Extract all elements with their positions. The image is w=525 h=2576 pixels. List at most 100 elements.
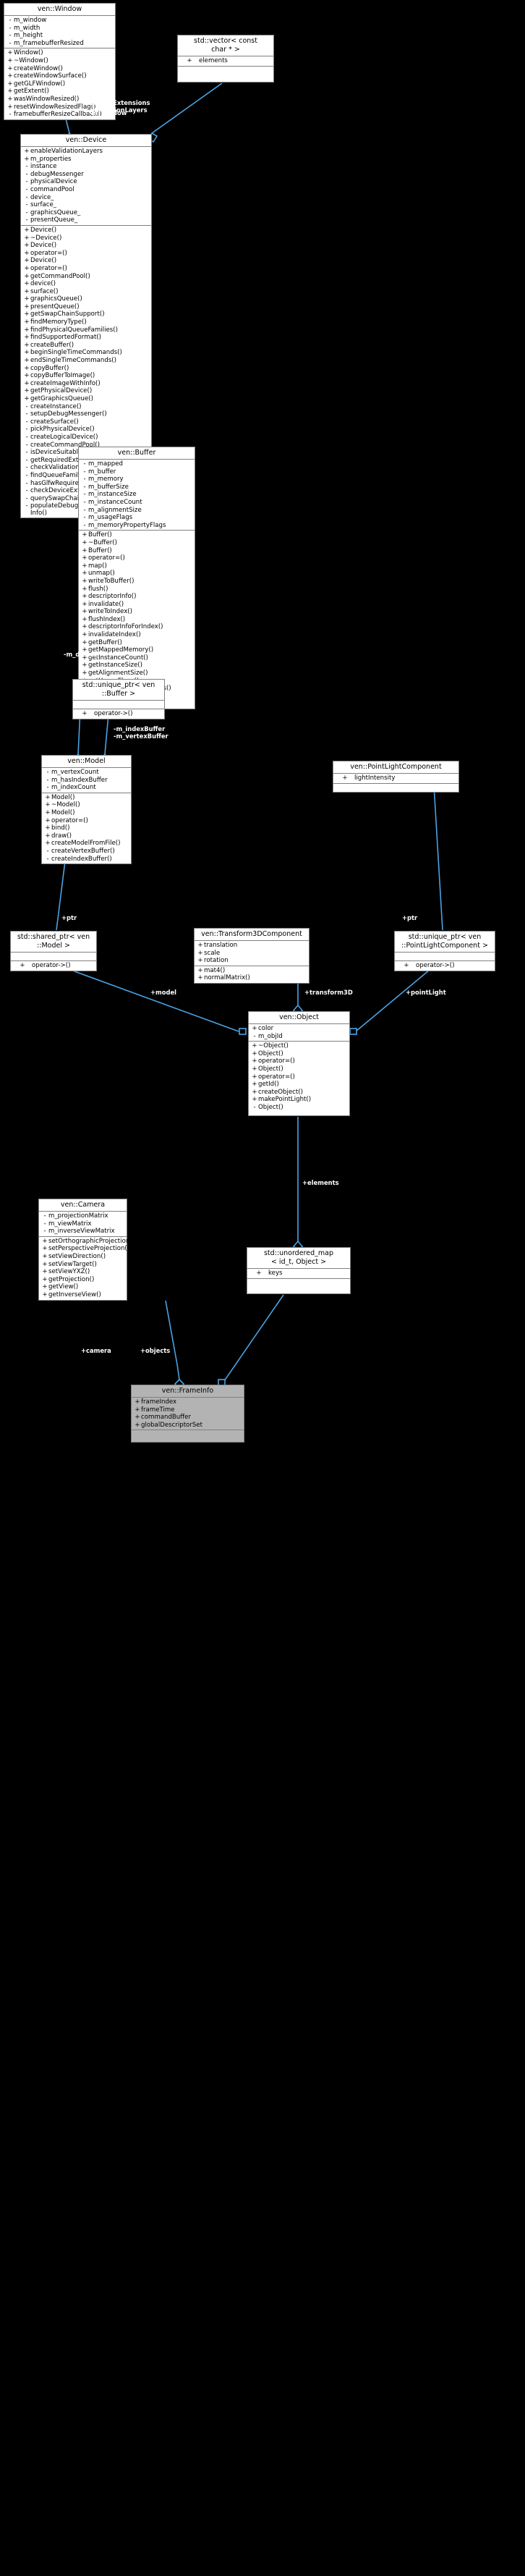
visibility-marker: - — [83, 506, 86, 514]
visibility-marker: + — [24, 264, 30, 272]
member-row: + map() — [79, 562, 195, 570]
class-node-object[interactable]: ven::Object + color - m_objId + ~Object() + Obje… — [248, 1011, 350, 1116]
member-name: resetWindowResizedFlag() — [14, 103, 96, 111]
visibility-marker: - — [25, 418, 28, 426]
class-node-buffer[interactable]: ven::Buffer - m_mapped - m_buffer - m_memory - m… — [78, 447, 195, 709]
edge-label-ptr_model: +ptr — [61, 914, 77, 921]
member-name: operator=() — [258, 1073, 295, 1081]
member-name: instance — [30, 163, 57, 171]
member-row: + getExtent() — [4, 88, 115, 96]
visibility-marker: - — [83, 491, 86, 499]
visibility-marker: + — [252, 1065, 257, 1073]
member-row: + setViewTarget() — [39, 1261, 127, 1269]
member-row: + ~Buffer() — [79, 539, 195, 547]
member-name: Object() — [258, 1065, 283, 1073]
edge-label-model: +model — [150, 989, 177, 996]
member-name: getCommandPool() — [30, 272, 90, 280]
member-row: + operator=() — [42, 817, 131, 825]
methods-section: + operator->() — [73, 709, 164, 719]
visibility-marker: + — [24, 155, 30, 163]
member-name: m_objId — [258, 1032, 283, 1040]
member-name: m_height — [14, 32, 43, 40]
member-name: m_window — [14, 17, 47, 24]
member-row: - physicalDevice — [21, 178, 151, 186]
member-name: m_vertexCount — [51, 769, 99, 776]
visibility-marker: + — [256, 1270, 262, 1277]
visibility-marker: + — [24, 349, 30, 357]
member-row: + writeToBuffer() — [79, 578, 195, 586]
member-row: + operator->() — [11, 962, 96, 970]
member-name: setPerspectiveProjection() — [48, 1245, 130, 1253]
association-box — [349, 1028, 357, 1035]
edge-pointlight-uniqueptr — [433, 785, 443, 931]
member-row: + endSingleTimeCommands() — [21, 357, 151, 365]
class-title: std::shared_ptr< ven ::Model > — [11, 932, 96, 953]
class-node-shared_ptr_model[interactable]: std::shared_ptr< ven ::Model >+ operator-… — [10, 931, 97, 971]
visibility-marker: - — [25, 441, 28, 449]
member-row: + Object() — [249, 1065, 349, 1073]
visibility-marker: + — [24, 280, 30, 288]
visibility-marker: + — [135, 1406, 140, 1414]
member-row: + getSwapChainSupport() — [21, 311, 151, 318]
member-name: getGLFWindow() — [14, 80, 66, 88]
member-name: ~Device() — [30, 234, 62, 242]
visibility-marker: + — [45, 840, 51, 848]
visibility-marker: + — [42, 1252, 48, 1260]
edge-label-pointLight: +pointLight — [406, 989, 446, 996]
member-row: - m_hasIndexBuffer — [42, 777, 131, 785]
member-name: Object() — [258, 1103, 283, 1111]
visibility-marker: - — [25, 201, 28, 209]
class-node-pointlight_component[interactable]: ven::PointLightComponent + lightIntensity — [333, 761, 459, 793]
attributes-section: + lightIntensity — [333, 774, 458, 784]
member-row: - m_window — [4, 17, 115, 25]
member-name: createBuffer() — [30, 341, 74, 349]
visibility-marker: - — [83, 476, 86, 483]
edge-label-m_device_buffer: -m_device — [114, 435, 149, 442]
member-row: + flushIndex() — [79, 616, 195, 624]
visibility-marker: + — [42, 1275, 48, 1283]
member-row: - instance — [21, 163, 151, 171]
class-title: ven::Camera — [39, 1199, 127, 1212]
class-node-unique_ptr_buffer[interactable]: std::unique_ptr< ven ::Buffer > + operator… — [72, 679, 165, 719]
class-node-transform3d_component[interactable]: ven::Transform3DComponent + translation + sc… — [194, 928, 310, 984]
visibility-marker: + — [24, 303, 30, 311]
member-row: + operator=() — [249, 1057, 349, 1065]
class-node-vector_const_char[interactable]: std::vector< const char * > + elements — [177, 35, 274, 83]
class-node-frameinfo[interactable]: ven::FrameInfo + frameIndex + frameTime + comm… — [131, 1385, 244, 1443]
methods-section: + operator->() — [11, 961, 96, 971]
visibility-marker: + — [24, 148, 30, 155]
attributes-section: - m_mapped - m_buffer - m_memory - m_bufferSize… — [79, 460, 195, 531]
member-row: + Device() — [21, 227, 151, 235]
visibility-marker: + — [342, 774, 348, 782]
visibility-marker: + — [7, 56, 13, 64]
member-row: + getView() — [39, 1283, 127, 1291]
class-title: ven::PointLightComponent — [333, 761, 458, 774]
member-name: physicalDevice — [30, 178, 77, 186]
member-row: - m_projectionMatrix — [39, 1212, 127, 1220]
member-row: + getProjection() — [39, 1276, 127, 1284]
member-name: getProjection() — [48, 1275, 95, 1283]
visibility-marker: + — [252, 1042, 257, 1050]
visibility-marker: + — [24, 379, 30, 387]
class-node-unordered_map[interactable]: std::unordered_map < id_t, Object > + keys — [247, 1247, 351, 1294]
class-node-unique_ptr_pointlight[interactable]: std::unique_ptr< ven ::PointLightCompone… — [394, 931, 495, 971]
visibility-marker: + — [197, 966, 203, 974]
visibility-marker: - — [25, 464, 28, 472]
class-node-camera[interactable]: ven::Camera - m_projectionMatrix - m_viewMat… — [38, 1199, 135, 1301]
visibility-marker: - — [25, 185, 28, 193]
member-name: frameTime — [141, 1406, 175, 1414]
member-row: - m_instanceCount — [79, 499, 195, 507]
class-node-model[interactable]: ven::Model - m_vertexCount - m_hasIndexBuffe… — [41, 755, 132, 865]
member-row: + ~Device() — [21, 235, 151, 242]
member-row: + Window() — [4, 49, 115, 57]
visibility-marker: + — [45, 832, 51, 840]
member-name: m_buffer — [88, 468, 116, 476]
visibility-marker: + — [45, 824, 51, 832]
member-name: scale — [204, 949, 221, 957]
member-name: flush() — [88, 585, 108, 593]
visibility-marker: + — [82, 546, 88, 554]
member-name: wasWindowResized() — [14, 95, 80, 103]
member-name: getInverseView() — [48, 1291, 101, 1298]
member-row: - setupDebugMessenger() — [21, 410, 151, 418]
member-row: + createWindowSurface() — [4, 72, 115, 80]
